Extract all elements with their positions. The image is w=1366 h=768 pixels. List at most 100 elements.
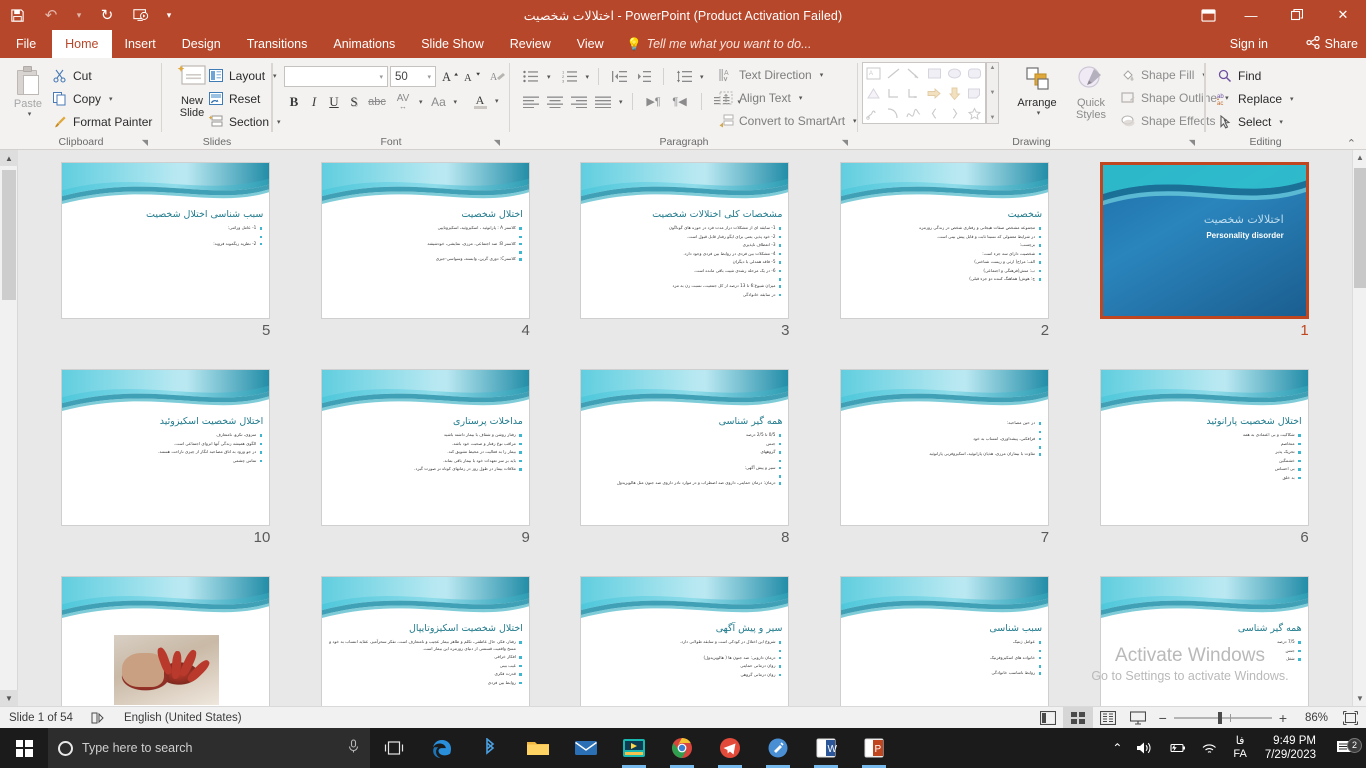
decrease-font-size-button[interactable]: A: [462, 66, 483, 87]
powerpoint-icon[interactable]: P: [850, 728, 898, 768]
copy-dropdown-icon[interactable]: ▾: [109, 95, 113, 103]
align-text-button[interactable]: Align Text ▾: [718, 87, 857, 108]
numbering-dropdown-icon[interactable]: ▾: [586, 73, 590, 81]
bullets-dropdown-icon[interactable]: ▾: [547, 73, 551, 81]
scroll-up-icon[interactable]: ▲: [0, 150, 18, 166]
shapes-gallery-scrollbar[interactable]: ▲ ▼ ▼: [986, 62, 999, 124]
collapse-ribbon-button[interactable]: ⌃: [1347, 137, 1356, 150]
reading-view-button[interactable]: [1093, 707, 1123, 729]
camtasia-icon[interactable]: [610, 728, 658, 768]
edge-icon[interactable]: [418, 728, 466, 768]
left-scroll-thumb[interactable]: [2, 170, 16, 300]
battery-icon[interactable]: [1160, 741, 1194, 755]
undo-dropdown-icon[interactable]: ▾: [68, 0, 90, 30]
slide-sorter-view-button[interactable]: [1063, 707, 1093, 729]
tab-slide-show[interactable]: Slide Show: [408, 30, 497, 58]
bold-button[interactable]: B: [284, 91, 304, 112]
clear-formatting-button[interactable]: A: [488, 66, 508, 87]
slide-canvas[interactable]: در حین مصاحبه:فرافکنی، پیشداوری، انتساب …: [840, 369, 1049, 526]
increase-indent-button[interactable]: [632, 66, 654, 87]
slide-canvas[interactable]: اختلالات شخصیت Personality disorder: [1100, 162, 1309, 319]
paste-dropdown-icon[interactable]: ▾: [28, 110, 32, 118]
slide-canvas[interactable]: مشخصات کلی اختلالات شخصیت1- سابقه ای از …: [580, 162, 789, 319]
decrease-indent-button[interactable]: [608, 66, 630, 87]
restore-button[interactable]: [1274, 0, 1320, 30]
minimize-button[interactable]: —: [1228, 0, 1274, 30]
slide-thumbnail-11[interactable]: 11: [61, 576, 270, 706]
line-spacing-button[interactable]: [673, 66, 695, 87]
slide-counter[interactable]: Slide 1 of 54: [0, 707, 82, 729]
arrange-button[interactable]: Arrange ▾: [1010, 66, 1064, 117]
zoom-in-button[interactable]: +: [1279, 710, 1287, 726]
show-hidden-icons-icon[interactable]: ⌃: [1105, 741, 1129, 755]
tab-home[interactable]: Home: [52, 30, 111, 58]
font-name-dropdown-icon[interactable]: ▾: [379, 73, 383, 81]
slide-canvas[interactable]: مداخلات پرستاریرفتار روشن و شفاف با بیما…: [321, 369, 530, 526]
bullets-button[interactable]: [520, 66, 542, 87]
scrollbar-down-icon[interactable]: ▼: [1353, 691, 1366, 706]
font-size-input[interactable]: 50 ▾: [390, 66, 436, 87]
start-presentation-icon[interactable]: [124, 0, 158, 30]
notes-icon[interactable]: [82, 707, 115, 729]
align-center-button[interactable]: [544, 91, 566, 112]
slide-canvas[interactable]: همه گیر شناسی7/5 درصدجنسشغل: [1100, 576, 1309, 706]
word-icon[interactable]: W: [802, 728, 850, 768]
telegram-icon[interactable]: [706, 728, 754, 768]
taskbar-search[interactable]: Type here to search: [48, 728, 370, 768]
arrange-dropdown-icon[interactable]: ▾: [1037, 109, 1041, 117]
font-color-dropdown-icon[interactable]: ▾: [495, 97, 499, 105]
tab-transitions[interactable]: Transitions: [234, 30, 321, 58]
replace-dropdown-icon[interactable]: ▾: [1290, 95, 1294, 103]
slide-show-view-button[interactable]: [1123, 707, 1153, 729]
share-button[interactable]: Share: [1306, 30, 1358, 58]
justify-dropdown-icon[interactable]: ▾: [619, 98, 623, 106]
undo-icon[interactable]: ↶: [34, 0, 68, 30]
zoom-out-button[interactable]: −: [1159, 710, 1167, 726]
slide-canvas[interactable]: سبب شناسی اختلال شخصیت1- عامل وراثتی:2- …: [61, 162, 270, 319]
slide-thumbnail-6[interactable]: اختلال شخصیت پارانوئیدشکاکیت و بی اعتماد…: [1100, 369, 1309, 576]
shapes-gallery[interactable]: A: [862, 62, 986, 124]
slide-canvas[interactable]: اختلال شخصیت اسکیزوتایپالرفتار، فکر، حال…: [321, 576, 530, 706]
slide-thumbnail-8[interactable]: همه گیر شناسی0/5 تا 2/5 درصدجنسگروههایسی…: [580, 369, 789, 576]
cut-button[interactable]: Cut: [52, 65, 152, 86]
normal-view-button[interactable]: [1033, 707, 1063, 729]
font-name-input[interactable]: ▾: [284, 66, 388, 87]
slide-canvas[interactable]: اختلال شخصیت اسکیزوئیدمنزوی، تکرو، نامتع…: [61, 369, 270, 526]
drawing-dialog-launcher[interactable]: ◥: [1189, 138, 1195, 147]
font-dialog-launcher[interactable]: ◥: [494, 138, 500, 147]
microphone-icon[interactable]: [347, 739, 360, 757]
network-icon[interactable]: [1194, 741, 1225, 755]
vertical-scrollbar[interactable]: ▲ ▼: [1352, 150, 1366, 706]
slide-thumbnail-1[interactable]: اختلالات شخصیت Personality disorder 1: [1100, 162, 1309, 369]
paragraph-dialog-launcher[interactable]: ◥: [842, 138, 848, 147]
paste-button[interactable]: Paste ▾: [6, 62, 50, 130]
underline-button[interactable]: U: [324, 91, 344, 112]
copy-button[interactable]: Copy ▾: [52, 88, 152, 109]
zoom-track[interactable]: [1174, 717, 1272, 719]
volume-icon[interactable]: [1129, 741, 1160, 755]
shapes-gallery-more-icon[interactable]: ▼: [990, 115, 996, 121]
text-direction-button[interactable]: A Text Direction ▾: [718, 64, 857, 85]
align-left-button[interactable]: [520, 91, 542, 112]
slide-thumbnail-7[interactable]: در حین مصاحبه:فرافکنی، پیشداوری، انتساب …: [840, 369, 1049, 576]
slide-thumbnail-12[interactable]: اختلال شخصیت اسکیزوتایپالرفتار، فکر، حال…: [321, 576, 530, 706]
close-button[interactable]: ✕: [1320, 0, 1366, 30]
font-size-dropdown-icon[interactable]: ▾: [427, 73, 431, 81]
text-shadow-button[interactable]: S: [344, 91, 364, 112]
convert-to-smartart-button[interactable]: Convert to SmartArt ▾: [718, 110, 857, 131]
line-spacing-dropdown-icon[interactable]: ▾: [700, 73, 704, 81]
zoom-slider[interactable]: − + 86%: [1153, 710, 1334, 726]
select-dropdown-icon[interactable]: ▾: [1279, 118, 1283, 126]
shapes-scroll-up-icon[interactable]: ▲: [990, 65, 996, 71]
character-spacing-button[interactable]: AV↔: [390, 91, 416, 112]
slide-canvas[interactable]: سیر و پیش آگهیشروع این اختلال در کودکی ا…: [580, 576, 789, 706]
bluetooth-icon[interactable]: [466, 728, 514, 768]
language-indicator[interactable]: English (United States): [115, 707, 251, 729]
slide-thumbnail-14[interactable]: سبب شناسیعوامل ژنتیکخانواده های اسکیزوفر…: [840, 576, 1049, 706]
tell-me-search[interactable]: 💡 Tell me what you want to do...: [617, 30, 822, 58]
find-button[interactable]: Find: [1217, 65, 1294, 86]
layout-button[interactable]: Layout ▾: [208, 65, 281, 86]
section-button[interactable]: Section ▾: [208, 111, 281, 132]
chrome-icon[interactable]: [658, 728, 706, 768]
clipboard-dialog-launcher[interactable]: ◥: [142, 138, 148, 147]
